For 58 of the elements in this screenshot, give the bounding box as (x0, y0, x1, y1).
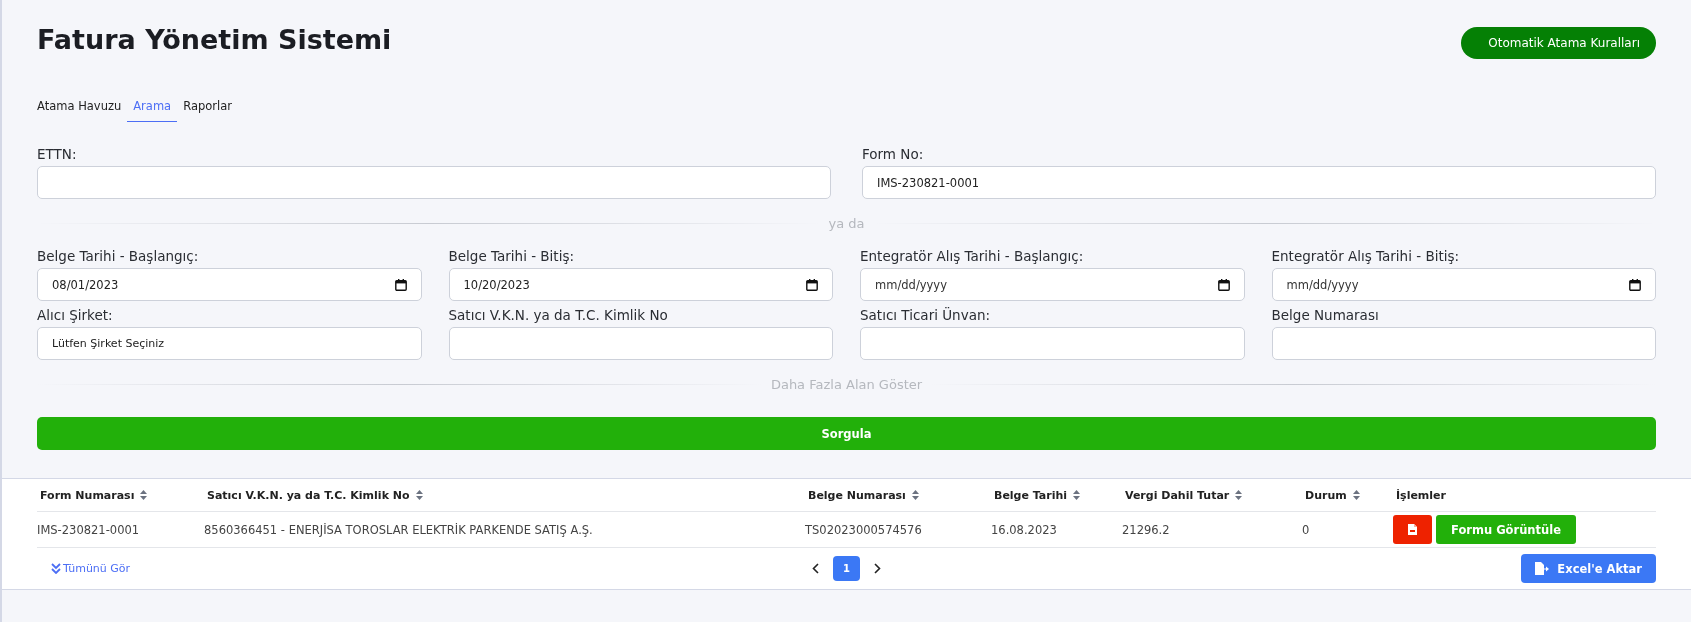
date-field[interactable]: mm/dd/yyyy (860, 268, 1245, 301)
calendar-icon[interactable] (1217, 278, 1230, 291)
divider-label: ya da (828, 216, 865, 231)
field-label: Belge Tarihi - Başlangıç: (37, 248, 200, 264)
calendar-icon[interactable] (394, 278, 407, 291)
date-field[interactable]: 10/20/2023 (448, 268, 833, 301)
sort-icon[interactable] (1235, 490, 1243, 500)
field-label: Entegratör Alış Tarihi - Başlangıç: (860, 248, 1085, 264)
field-label: Entegratör Alış Tarihi - Bitiş: (1271, 248, 1461, 264)
field-label: ETTN: (37, 146, 78, 162)
tab[interactable]: Atama Havuzu (37, 93, 128, 122)
column-header: Form Numarası (40, 488, 135, 502)
table-cell: 0 (1302, 522, 1310, 537)
column-header: Vergi Dahil Tutar (1125, 488, 1230, 502)
chevrons-down-icon (51, 563, 61, 574)
sort-icon[interactable] (1073, 490, 1081, 500)
field-label: Belge Tarihi - Bitiş: (448, 248, 575, 264)
text-input[interactable] (37, 166, 831, 199)
field-label: Belge Numarası (1271, 307, 1380, 323)
tab[interactable]: Raporlar (177, 93, 238, 122)
date-field[interactable]: 08/01/2023 (37, 268, 422, 301)
sort-icon[interactable] (1352, 490, 1360, 500)
field-label: Form No: (862, 146, 925, 162)
chevron-right-icon[interactable] (874, 563, 881, 574)
chevron-left-icon[interactable] (812, 563, 819, 574)
column-header: Durum (1305, 488, 1347, 502)
company-select[interactable]: Lütfen Şirket Seçiniz (37, 327, 422, 360)
sort-icon[interactable] (140, 490, 148, 500)
table-cell: TS02023000574576 (805, 522, 922, 537)
field-label: Satıcı V.K.N. ya da T.C. Kimlik No (448, 307, 669, 323)
field-label: Alıcı Şirket: (37, 307, 114, 323)
calendar-icon[interactable] (806, 278, 818, 291)
show-all-link[interactable]: Tümünü Gör (37, 562, 812, 575)
column-header: İşlemler (1396, 488, 1446, 502)
tab[interactable]: Arama (127, 93, 178, 122)
page-title: Fatura Yönetim Sistemi (37, 24, 392, 55)
rules-button[interactable]: Otomatik Atama Kuralları (1461, 27, 1656, 59)
page-button[interactable]: 1 (833, 556, 860, 581)
text-input[interactable]: IMS-230821-0001 (862, 166, 1656, 199)
pdf-button[interactable] (1393, 515, 1432, 544)
sort-icon[interactable] (415, 490, 423, 500)
table-cell: 16.08.2023 (991, 522, 1057, 537)
field-label: Satıcı Ticari Ünvan: (860, 307, 992, 323)
table-cell: IMS-230821-0001 (37, 522, 140, 537)
table-cell: 8560366451 - ENERJİSA TOROSLAR ELEKTRİK PARKENDE SATIŞ A.Ş. (204, 522, 593, 537)
file-export-icon (1535, 562, 1550, 575)
text-input[interactable] (1271, 327, 1656, 360)
table-cell: 21296.2 (1122, 522, 1170, 537)
column-header: Satıcı V.K.N. ya da T.C. Kimlik No (207, 488, 410, 502)
excel-export-button[interactable]: Excel'e Aktar (1521, 554, 1656, 583)
calendar-icon[interactable] (1629, 278, 1641, 291)
date-field[interactable]: mm/dd/yyyy (1271, 268, 1656, 301)
sort-icon[interactable] (911, 490, 919, 500)
column-header: Belge Numarası (808, 488, 906, 502)
text-input[interactable] (448, 327, 833, 360)
text-input[interactable] (860, 327, 1245, 360)
column-header: Belge Tarihi (994, 488, 1068, 502)
file-icon (1408, 524, 1417, 535)
